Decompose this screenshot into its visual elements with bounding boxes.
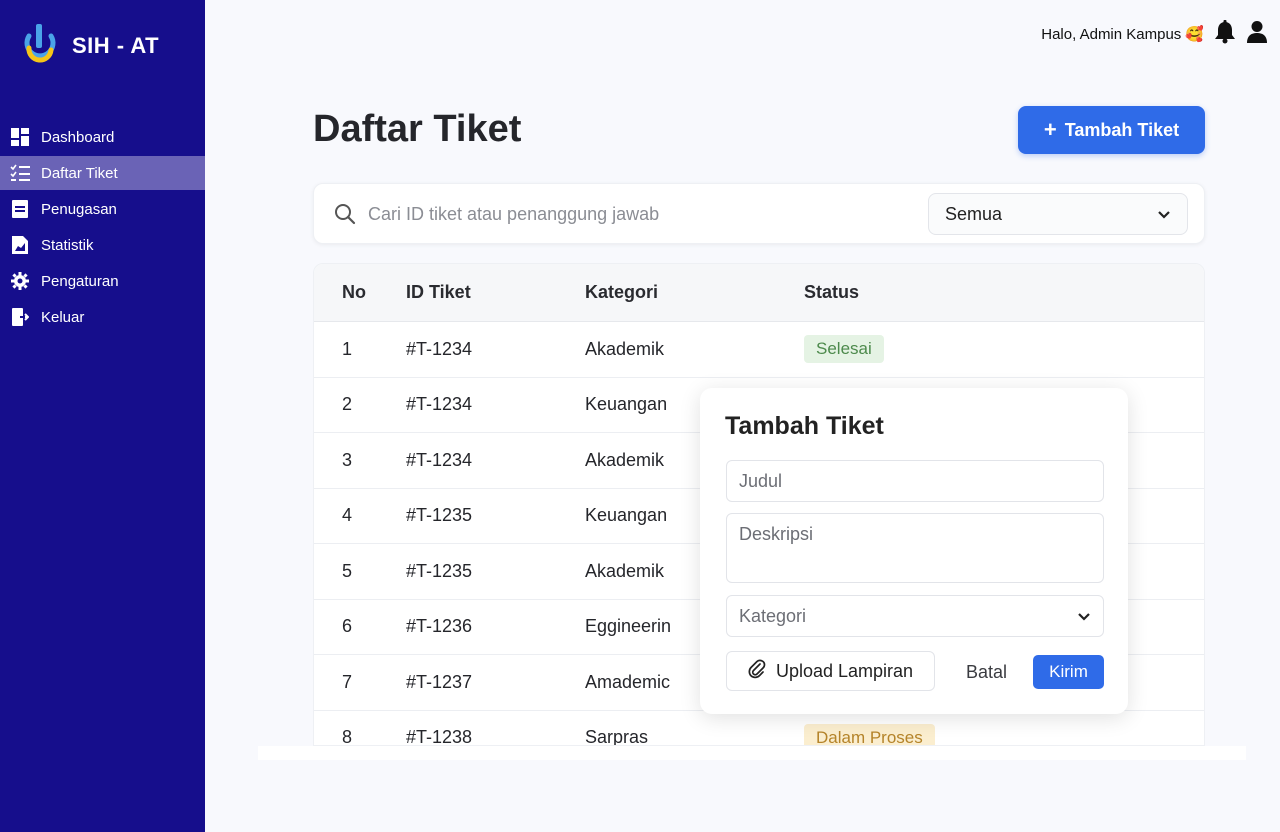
- sidebar-item-statistik[interactable]: Statistik: [0, 228, 205, 262]
- gear-icon: [10, 271, 30, 291]
- add-ticket-label: Tambah Tiket: [1064, 119, 1180, 140]
- checklist-icon: [10, 163, 30, 183]
- cell-id: #T-1235: [406, 505, 473, 526]
- cell-no: 7: [342, 671, 353, 692]
- add-ticket-button[interactable]: + Tambah Tiket: [1018, 106, 1205, 154]
- sidebar-item-label: Statistik: [41, 236, 94, 254]
- cell-id: #T-1237: [406, 671, 473, 692]
- submit-button[interactable]: Kirim: [1033, 655, 1104, 689]
- cell-no: 6: [342, 616, 353, 637]
- column-header-status: Status: [804, 282, 860, 302]
- chevron-down-icon: [1157, 204, 1171, 225]
- user-greeting: Halo, Admin Kampus 🥰: [1041, 25, 1204, 44]
- statistics-icon: [10, 235, 30, 255]
- plus-icon: +: [1043, 117, 1057, 142]
- sidebar-item-daftar-tiket[interactable]: Daftar Tiket: [0, 156, 205, 190]
- column-header-category: Kategori: [585, 282, 659, 302]
- cell-status: Selesai: [804, 335, 1204, 364]
- sidebar-item-label: Daftar Tiket: [41, 164, 118, 182]
- sidebar-item-label: Pengaturan: [41, 272, 119, 290]
- column-header-id: ID Tiket: [406, 282, 471, 302]
- table-header: No ID Tiket Kategori Status: [314, 264, 1204, 322]
- status-badge: Dalam Proses: [804, 723, 935, 745]
- cell-status: Dalam Proses: [804, 723, 1204, 745]
- upload-attachment-button[interactable]: Upload Lampiran: [726, 651, 935, 691]
- sidebar-item-label: Penugasan: [41, 200, 117, 218]
- cell-id: #T-1234: [406, 449, 473, 470]
- chevron-down-icon: [1077, 606, 1091, 627]
- paperclip-icon: [748, 659, 766, 684]
- logo-icon: [20, 24, 60, 68]
- app-title: SIH - AT: [72, 33, 160, 58]
- brand[interactable]: SIH - AT: [20, 24, 159, 68]
- search-bar: Semua: [313, 183, 1205, 244]
- status-badge: Selesai: [804, 335, 884, 364]
- modal-title: Tambah Tiket: [725, 412, 884, 440]
- cell-category: Akademik: [585, 338, 665, 359]
- cell-no: 5: [342, 560, 353, 581]
- sidebar-item-label: Keluar: [41, 308, 85, 326]
- sidebar: SIH - AT Dashboard Daftar Tiket Penugasa…: [0, 0, 205, 832]
- sidebar-item-keluar[interactable]: Keluar: [0, 300, 205, 334]
- assignment-icon: [10, 199, 30, 219]
- logout-icon: [10, 307, 30, 327]
- cell-category: Sarpras: [585, 727, 649, 746]
- cell-no: 1: [342, 338, 353, 359]
- user-icon[interactable]: [1246, 20, 1268, 48]
- topbar: Halo, Admin Kampus 🥰: [1041, 20, 1268, 48]
- category-placeholder: Kategori: [739, 605, 807, 626]
- cell-id: #T-1236: [406, 616, 473, 637]
- bell-icon[interactable]: [1214, 20, 1236, 48]
- upload-label: Upload Lampiran: [775, 660, 914, 681]
- cell-no: 8: [342, 727, 353, 746]
- table-footer-strip: [258, 746, 1246, 760]
- cell-id: #T-1234: [406, 338, 473, 359]
- greeting-emoji: 🥰: [1185, 26, 1204, 43]
- cell-no: 4: [342, 505, 353, 526]
- greeting-text: Halo, Admin Kampus: [1041, 25, 1182, 43]
- ticket-description-input[interactable]: [726, 513, 1104, 583]
- ticket-category-select[interactable]: Kategori: [726, 595, 1104, 637]
- status-filter-select[interactable]: Semua: [928, 193, 1188, 235]
- cell-id: #T-1235: [406, 560, 473, 581]
- cell-id: #T-1238: [406, 727, 473, 746]
- table-row[interactable]: 8 #T-1238 Sarpras Dalam Proses: [314, 711, 1204, 746]
- cancel-button[interactable]: Batal: [966, 655, 1007, 689]
- search-icon: [334, 203, 356, 230]
- page-title: Daftar Tiket: [313, 108, 522, 150]
- add-ticket-modal: Tambah Tiket Kategori Upload Lampiran Ba…: [700, 388, 1128, 714]
- ticket-title-input[interactable]: [726, 460, 1104, 502]
- sidebar-nav: Dashboard Daftar Tiket Penugasan Statist…: [0, 120, 205, 336]
- sidebar-item-pengaturan[interactable]: Pengaturan: [0, 264, 205, 298]
- table-row[interactable]: 1 #T-1234 Akademik Selesai: [314, 322, 1204, 378]
- cell-no: 2: [342, 394, 353, 415]
- dashboard-icon: [10, 127, 30, 147]
- sidebar-item-label: Dashboard: [41, 128, 115, 146]
- filter-value: Semua: [945, 203, 1003, 224]
- cell-no: 3: [342, 449, 353, 470]
- sidebar-item-dashboard[interactable]: Dashboard: [0, 120, 205, 154]
- search-input[interactable]: [368, 198, 908, 230]
- cell-id: #T-1234: [406, 394, 473, 415]
- column-header-no: No: [342, 282, 366, 302]
- sidebar-item-penugasan[interactable]: Penugasan: [0, 192, 205, 226]
